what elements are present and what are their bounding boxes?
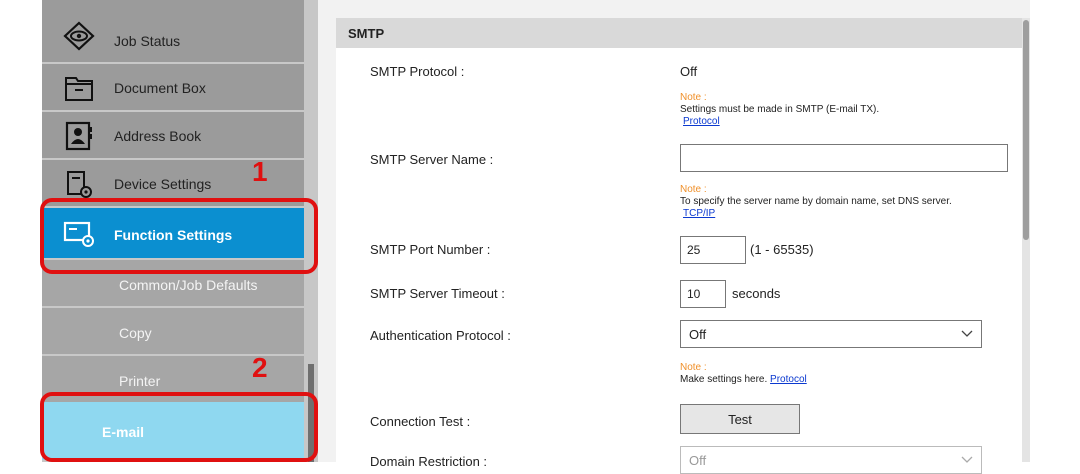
domain-restriction-select[interactable]: Off xyxy=(680,446,982,474)
callout-box-1 xyxy=(40,198,318,274)
smtp-timeout-input[interactable]: 10 xyxy=(680,280,726,308)
submenu-item-label: Copy xyxy=(119,325,152,341)
sidebar-item-label: Document Box xyxy=(114,80,206,96)
note-text: Settings must be made in SMTP (E-mail TX… xyxy=(680,104,880,115)
smtp-port-value: 25 xyxy=(687,243,701,257)
note-text: To specify the server name by domain nam… xyxy=(680,196,952,207)
eye-icon xyxy=(63,21,95,51)
smtp-server-name-input[interactable] xyxy=(680,144,1008,172)
tcpip-link[interactable]: TCP/IP xyxy=(683,208,952,220)
content-scrollbar[interactable] xyxy=(1022,18,1030,462)
protocol-link-2[interactable]: Protocol xyxy=(770,374,807,385)
address-book-icon xyxy=(65,121,92,151)
submenu-item-label: Printer xyxy=(119,373,161,389)
auth-protocol-value: Off xyxy=(689,327,707,342)
device-settings-icon xyxy=(67,171,92,198)
sidebar-item-document-box[interactable]: Document Box xyxy=(42,64,304,112)
sidebar-item-job-status[interactable]: Job Status xyxy=(42,0,304,64)
smtp-port-range: (1 - 65535) xyxy=(750,242,814,257)
section-header: SMTP xyxy=(336,18,1030,48)
sidebar-item-label: Job Status xyxy=(114,33,181,49)
smtp-timeout-label: SMTP Server Timeout : xyxy=(370,286,505,301)
smtp-protocol-label: SMTP Protocol : xyxy=(370,64,465,79)
test-button-label: Test xyxy=(728,412,752,427)
domain-restriction-value: Off xyxy=(689,453,707,468)
left-margin xyxy=(0,0,42,462)
callout-number-2: 2 xyxy=(252,352,268,383)
note-server-name: Note : To specify the server name by dom… xyxy=(680,184,952,220)
settings-panel: SMTP SMTP Protocol : Off Note : Settings… xyxy=(336,18,1030,474)
note-title: Note : xyxy=(680,184,707,195)
section-title: SMTP xyxy=(348,26,385,41)
callout-box-2 xyxy=(40,392,318,462)
chevron-down-icon xyxy=(961,456,973,463)
auth-protocol-select[interactable]: Off xyxy=(680,320,982,348)
note-auth-protocol: Note : Make settings here. Protocol xyxy=(680,362,807,386)
submenu-item-copy[interactable]: Copy xyxy=(42,308,304,356)
note-text: Make settings here. xyxy=(680,374,768,385)
sidebar-item-label: Address Book xyxy=(114,128,202,144)
auth-protocol-label: Authentication Protocol : xyxy=(370,328,511,343)
callout-number-1: 1 xyxy=(252,156,268,187)
smtp-port-input[interactable]: 25 xyxy=(680,236,746,264)
connection-test-label: Connection Test : xyxy=(370,414,471,429)
note-title: Note : xyxy=(680,92,707,103)
note-title: Note : xyxy=(680,362,707,373)
main-content: SMTP SMTP Protocol : Off Note : Settings… xyxy=(318,0,1030,474)
smtp-timeout-value: 10 xyxy=(687,287,701,301)
test-button[interactable]: Test xyxy=(680,404,800,434)
folder-icon xyxy=(65,77,93,101)
submenu-item-label: Common/Job Defaults xyxy=(119,277,258,293)
chevron-down-icon xyxy=(961,330,973,337)
content-scrollbar-thumb[interactable] xyxy=(1023,20,1029,240)
note-smtp-protocol: Note : Settings must be made in SMTP (E-… xyxy=(680,92,879,128)
sidebar-item-address-book[interactable]: Address Book xyxy=(42,112,304,160)
protocol-link[interactable]: Protocol xyxy=(683,116,879,128)
smtp-port-label: SMTP Port Number : xyxy=(370,242,491,257)
smtp-server-name-label: SMTP Server Name : xyxy=(370,152,494,167)
right-margin xyxy=(1030,0,1080,462)
smtp-protocol-value: Off xyxy=(680,64,698,79)
smtp-timeout-unit: seconds xyxy=(732,286,781,301)
sidebar-item-label: Device Settings xyxy=(114,176,212,192)
